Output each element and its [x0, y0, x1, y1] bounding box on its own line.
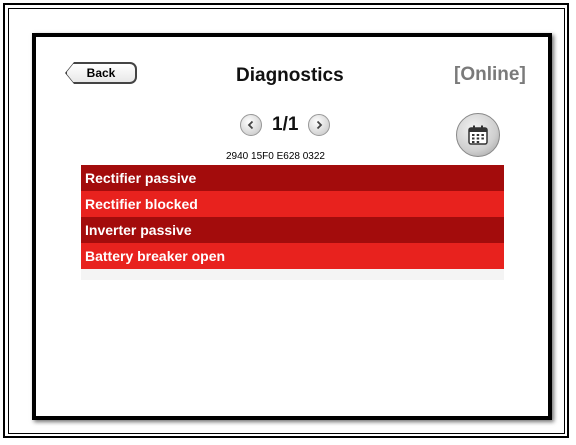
calendar-icon — [468, 125, 488, 145]
back-button[interactable]: Back — [66, 63, 136, 83]
prev-page-button[interactable] — [240, 114, 262, 136]
diagnostics-list: Rectifier passive Rectifier blocked Inve… — [81, 165, 504, 280]
pager: 1/1 — [240, 114, 331, 136]
list-item[interactable]: Rectifier passive — [81, 165, 504, 191]
connection-status: [Online] — [454, 64, 526, 85]
record-id: 2940 15F0 E628 0322 — [226, 151, 325, 162]
back-button-label: Back — [86, 66, 116, 80]
list-item[interactable]: Inverter passive — [81, 217, 504, 243]
page-title: Diagnostics — [236, 65, 344, 86]
device-screen: Back Diagnostics [Online] 1/1 2940 15F0 … — [32, 33, 552, 420]
list-item[interactable]: Rectifier blocked — [81, 191, 504, 217]
chevron-left-icon — [247, 120, 254, 130]
list-item[interactable]: Battery breaker open — [81, 243, 504, 269]
chevron-right-icon — [317, 120, 323, 130]
list-end-spacer — [81, 269, 504, 280]
page-indicator: 1/1 — [272, 114, 299, 135]
calendar-button[interactable] — [456, 113, 500, 157]
next-page-button[interactable] — [308, 114, 331, 136]
